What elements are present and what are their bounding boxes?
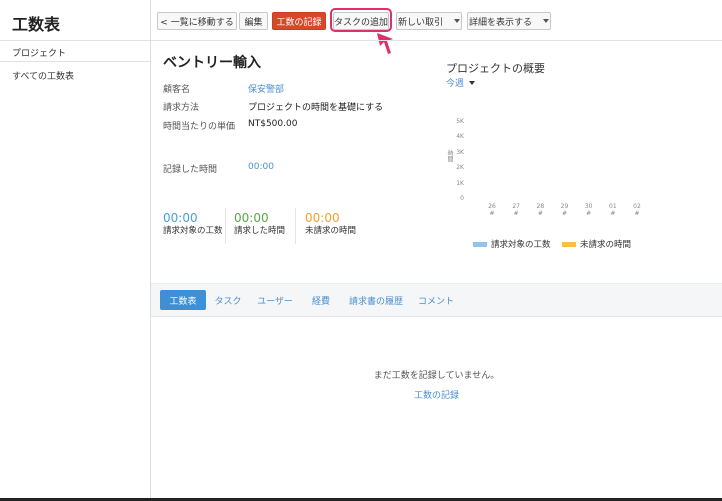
billing-method-label: 請求方法	[163, 103, 200, 113]
overview-title: プロジェクトの概要	[446, 62, 545, 75]
divider	[295, 208, 296, 244]
customer-value[interactable]: 保安警部	[248, 82, 284, 95]
show-details-label: 詳細を表示する	[469, 17, 533, 28]
chart-xtick: 29 #	[560, 203, 569, 217]
chart-xtick: 28 #	[536, 203, 545, 217]
chart-ytick: 1K	[456, 179, 464, 187]
sidebar: 工数表 プロジェクト すべての工数表	[0, 0, 151, 501]
legend-label: 未請求の時間	[580, 240, 632, 250]
period-label: 今週	[446, 79, 465, 89]
callout-highlight	[330, 8, 392, 32]
period-dropdown[interactable]: 今週	[446, 76, 476, 89]
divider	[225, 208, 226, 244]
edit-button[interactable]: 編集	[239, 12, 268, 30]
billable-hours-value: 00:00	[163, 211, 198, 225]
chart-ytick: 0	[460, 195, 464, 202]
project-title: ベントリー輸入	[163, 55, 261, 71]
legend-billable: 請求対象の工数	[473, 238, 551, 250]
chevron-down-icon	[543, 19, 550, 23]
chart-xtick: 27 #	[512, 203, 520, 217]
show-details-dropdown[interactable]: 詳細を表示する	[467, 12, 551, 30]
hourly-rate-value: NT$500.00	[248, 119, 298, 129]
chart-xtick: 01 #	[609, 203, 617, 217]
log-time-link[interactable]: 工数の記録	[0, 388, 722, 401]
divider	[0, 40, 150, 41]
callout-pointer-icon	[377, 33, 393, 54]
billable-hours-label: 請求対象の工数	[163, 226, 223, 236]
tab-invoice-history[interactable]: 請求書の履歴	[344, 290, 408, 310]
legend-unbilled: 未請求の時間	[562, 238, 631, 250]
new-transaction-label: 新しい取引	[398, 17, 444, 28]
hourly-rate-label: 時間当たりの単価	[163, 122, 236, 132]
tab-expenses[interactable]: 経費	[306, 290, 336, 310]
billed-hours-label: 請求した時間	[234, 226, 286, 236]
app-title: 工数表	[12, 15, 61, 34]
chart-xtick: 02 #	[633, 203, 641, 217]
chart-ylabel: 時間	[446, 150, 453, 162]
chart-xtick: 30 #	[584, 203, 593, 217]
sidebar-item-all-timesheets[interactable]: すべての工数表	[12, 69, 74, 82]
customer-label: 顧客名	[163, 85, 191, 95]
chart-ytick: 5K	[456, 118, 464, 125]
empty-message: まだ工数を記録していません。	[373, 371, 500, 381]
tab-timesheets[interactable]: 工数表	[160, 290, 206, 310]
chart-ytick: 4K	[456, 133, 464, 141]
billed-hours-value: 00:00	[234, 211, 269, 225]
billing-method-value: プロジェクトの時間を基礎にする	[248, 103, 384, 113]
chart-xtick: 26 #	[488, 203, 496, 217]
legend-label: 請求対象の工数	[491, 240, 551, 250]
divider	[0, 61, 150, 62]
chevron-down-icon	[454, 19, 461, 23]
log-time-button[interactable]: 工数の記録	[272, 12, 326, 30]
divider	[151, 40, 722, 41]
sidebar-item-projects[interactable]: プロジェクト	[12, 46, 66, 59]
legend-swatch	[562, 241, 576, 247]
unbilled-hours-label: 未請求の時間	[305, 226, 357, 236]
chart-ytick: 2K	[456, 164, 464, 172]
chevron-down-icon	[469, 80, 476, 85]
tab-tasks[interactable]: タスク	[212, 290, 244, 310]
legend-swatch	[473, 241, 487, 247]
logged-hours-value[interactable]: 00:00	[248, 162, 274, 172]
tab-comments[interactable]: コメント	[416, 290, 456, 310]
tab-users[interactable]: ユーザー	[252, 290, 298, 310]
logged-hours-label: 記録した時間	[163, 165, 218, 175]
back-to-list-button[interactable]: < 一覧に移動する	[157, 12, 237, 30]
new-transaction-dropdown[interactable]: 新しい取引	[396, 12, 462, 30]
unbilled-hours-value: 00:00	[305, 211, 340, 225]
